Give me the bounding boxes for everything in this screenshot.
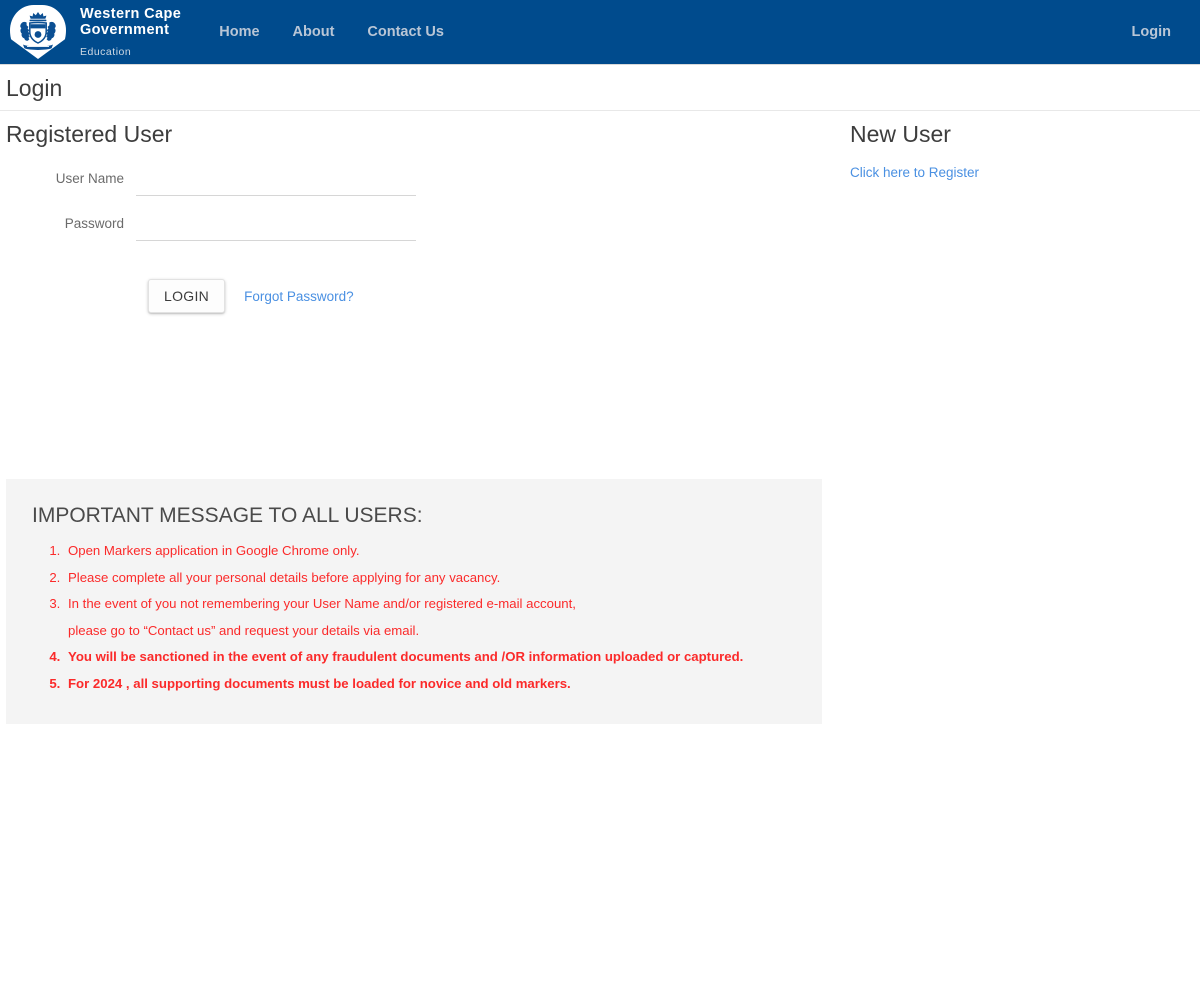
form-row-username: User Name: [6, 170, 836, 196]
brand-text: Western Cape Government Education: [80, 7, 181, 58]
login-button[interactable]: LOGIN: [148, 279, 226, 313]
important-message-box: IMPORTANT MESSAGE TO ALL USERS: Open Mar…: [6, 479, 822, 724]
brand-subtitle: Education: [80, 45, 132, 58]
form-actions: LOGIN Forgot Password?: [148, 279, 836, 313]
password-input[interactable]: [136, 215, 416, 241]
list-item-text: In the event of you not remembering your…: [68, 596, 576, 612]
list-item-text: You will be sanctioned in the event of a…: [68, 649, 744, 665]
page-title-bar: Login: [0, 65, 1200, 111]
password-field-wrapper: [136, 215, 416, 241]
brand-line-2: Government: [80, 22, 170, 39]
coat-of-arms-glyph: [20, 12, 56, 50]
username-label: User Name: [55, 171, 124, 186]
important-message-title: IMPORTANT MESSAGE TO ALL USERS:: [32, 504, 423, 527]
list-item-text: Open Markers application in Google Chrom…: [68, 543, 360, 558]
username-field-wrapper: [136, 170, 416, 196]
page-content: Registered User User Name Password LOGIN…: [0, 111, 1200, 724]
list-item: You will be sanctioned in the event of a…: [64, 649, 822, 665]
username-input[interactable]: [136, 170, 416, 196]
coat-of-arms-icon: [8, 3, 70, 61]
nav-item-login[interactable]: Login: [1132, 24, 1171, 40]
login-form: User Name Password LOGIN Forgot Password…: [6, 170, 836, 313]
form-row-password: Password: [6, 215, 836, 241]
nav-item-contact-us[interactable]: Contact Us: [367, 24, 444, 40]
nav-item-home[interactable]: Home: [219, 24, 259, 40]
page-title: Login: [6, 75, 63, 101]
nav-item-about[interactable]: About: [293, 24, 335, 40]
register-link[interactable]: Click here to Register: [850, 165, 979, 180]
nav-right-group: Login: [1132, 0, 1180, 64]
main-nav-links: Home About Contact Us: [219, 0, 477, 64]
new-user-section: New User Click here to Register: [850, 123, 1190, 182]
list-item-text: For 2024 , all supporting documents must…: [68, 675, 571, 691]
forgot-password-link[interactable]: Forgot Password?: [244, 289, 354, 304]
list-item: Open Markers application in Google Chrom…: [64, 543, 822, 559]
registered-user-section: Registered User User Name Password LOGIN…: [6, 123, 836, 313]
brand-line-1: Western Cape: [80, 5, 182, 22]
list-item-text: Please complete all your personal detail…: [68, 569, 501, 585]
important-message-list: Open Markers application in Google Chrom…: [6, 543, 822, 692]
list-item: For 2024 , all supporting documents must…: [64, 675, 822, 692]
new-user-heading: New User: [850, 121, 951, 147]
list-item: In the event of you not remembering your…: [64, 596, 822, 638]
password-label: Password: [64, 216, 124, 231]
brand-logo[interactable]: Western Cape Government Education: [0, 0, 181, 64]
list-item: Please complete all your personal detail…: [64, 569, 822, 586]
top-navigation-bar: Western Cape Government Education Home A…: [0, 0, 1200, 65]
registered-user-heading: Registered User: [6, 121, 173, 147]
list-item-continuation: please go to “Contact us” and request yo…: [68, 622, 420, 638]
